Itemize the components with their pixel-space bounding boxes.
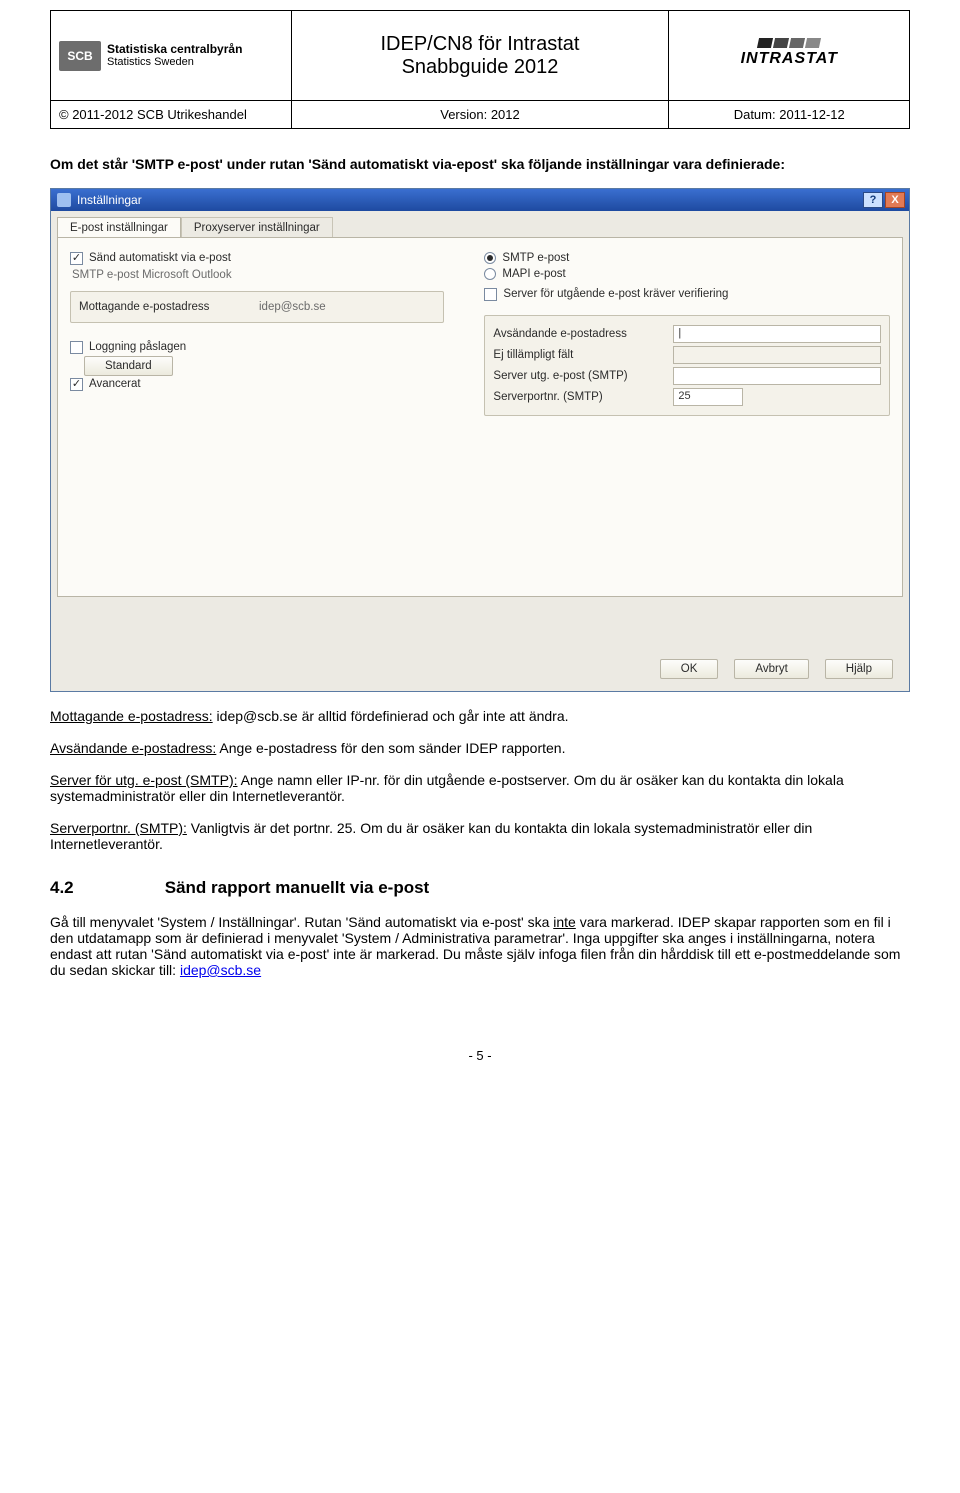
page-header: SCB Statistiska centralbyrån Statistics …	[50, 10, 910, 129]
tab-proxy-settings[interactable]: Proxyserver inställningar	[181, 217, 333, 238]
dialog-app-icon	[57, 193, 71, 207]
version-label: Version: 2012	[291, 101, 669, 129]
checkbox-icon	[70, 378, 83, 391]
p1-label: Mottagande e-postadress:	[50, 708, 213, 724]
paragraph-sender: Avsändande e-postadress: Ange e-postadre…	[50, 740, 910, 756]
checkbox-icon	[70, 341, 83, 354]
receiving-address-value: idep@scb.se	[259, 301, 326, 313]
checkbox-icon	[70, 252, 83, 265]
copyright: © 2011-2012 SCB Utrikeshandel	[51, 101, 292, 129]
smtp-server-label: Server utg. e-post (SMTP)	[493, 370, 663, 382]
na-field-input	[673, 346, 881, 364]
radio-mapi[interactable]: MAPI e-post	[484, 268, 890, 280]
doc-title-line1: IDEP/CN8 för Intrastat	[300, 33, 661, 56]
doc-title-cell: IDEP/CN8 för Intrastat Snabbguide 2012	[291, 11, 669, 101]
ok-button[interactable]: OK	[660, 659, 719, 679]
checkbox-logging[interactable]: Loggning påslagen	[70, 341, 444, 354]
titlebar-close-button[interactable]: X	[885, 192, 905, 208]
intro-paragraph: Om det står 'SMTP e-post' under rutan 'S…	[50, 155, 910, 174]
settings-dialog-screenshot: Inställningar ? X E-post inställningar P…	[50, 188, 910, 692]
receiving-address-label: Mottagande e-postadress	[79, 301, 249, 313]
scb-badge: SCB	[59, 41, 101, 71]
smtp-server-input[interactable]	[673, 367, 881, 385]
smtp-port-label: Serverportnr. (SMTP)	[493, 391, 663, 403]
checkbox-icon	[484, 288, 497, 301]
checkbox-logging-label: Loggning påslagen	[89, 341, 186, 353]
scb-name: Statistiska centralbyrån	[107, 42, 242, 56]
intrastat-flags-icon	[758, 38, 820, 48]
checkbox-server-verify[interactable]: Server för utgående e-post kräver verifi…	[484, 288, 890, 301]
radio-icon	[484, 252, 496, 264]
intrastat-word: INTRASTAT	[741, 50, 838, 68]
p2-label: Avsändande e-postadress:	[50, 740, 216, 756]
tab-email-settings[interactable]: E-post inställningar	[57, 217, 181, 238]
paragraph-smtp: Server för utg. e-post (SMTP): Ange namn…	[50, 772, 910, 804]
smtp-port-input[interactable]: 25	[673, 388, 743, 406]
dialog-titlebar: Inställningar ? X	[51, 189, 909, 211]
section-body-inte: inte	[553, 914, 576, 930]
p3-label: Server för utg. e-post (SMTP):	[50, 772, 238, 788]
help-button[interactable]: Hjälp	[825, 659, 893, 679]
radio-icon	[484, 268, 496, 280]
titlebar-help-button[interactable]: ?	[863, 192, 883, 208]
radio-smtp[interactable]: SMTP e-post	[484, 252, 890, 264]
na-field-label: Ej tillämpligt fält	[493, 349, 663, 361]
paragraph-port: Serverportnr. (SMTP): Vanligtvis är det …	[50, 820, 910, 852]
p1-text: idep@scb.se är alltid fördefinierad och …	[213, 708, 569, 724]
p2-text: Ange e-postadress för den som sänder IDE…	[216, 740, 565, 756]
standard-button[interactable]: Standard	[84, 356, 173, 376]
cancel-button[interactable]: Avbryt	[734, 659, 808, 679]
email-link[interactable]: idep@scb.se	[180, 962, 261, 978]
date-label: Datum: 2011-12-12	[669, 101, 910, 129]
doc-title-line2: Snabbguide 2012	[300, 56, 661, 79]
radio-mapi-label: MAPI e-post	[502, 268, 565, 280]
scb-text: Statistiska centralbyrån Statistics Swed…	[107, 43, 242, 68]
receiving-address-group: Mottagande e-postadress idep@scb.se	[70, 291, 444, 323]
sender-address-input[interactable]: |	[673, 325, 881, 343]
checkbox-advanced-label: Avancerat	[89, 378, 141, 390]
page-number: - 5 -	[50, 1048, 910, 1063]
smtp-subline: SMTP e-post Microsoft Outlook	[72, 269, 444, 281]
section-title: Sänd rapport manuellt via e-post	[165, 878, 430, 897]
checkbox-advanced[interactable]: Avancerat	[70, 378, 444, 391]
section-body: Gå till menyvalet 'System / Inställninga…	[50, 914, 910, 978]
section-body-a: Gå till menyvalet 'System / Inställninga…	[50, 914, 553, 930]
intrastat-logo-cell: INTRASTAT	[669, 11, 910, 101]
scb-sub: Statistics Sweden	[107, 56, 194, 68]
checkbox-server-verify-label: Server för utgående e-post kräver verifi…	[503, 288, 728, 300]
section-heading: 4.2 Sänd rapport manuellt via e-post	[50, 878, 910, 898]
sender-address-label: Avsändande e-postadress	[493, 328, 663, 340]
smtp-fields-group: Avsändande e-postadress | Ej tillämpligt…	[484, 315, 890, 416]
p4-label: Serverportnr. (SMTP):	[50, 820, 187, 836]
checkbox-autosend[interactable]: Sänd automatiskt via e-post	[70, 252, 444, 265]
section-number: 4.2	[50, 878, 160, 898]
paragraph-receiving: Mottagande e-postadress: idep@scb.se är …	[50, 708, 910, 724]
checkbox-autosend-label: Sänd automatiskt via e-post	[89, 252, 231, 264]
scb-logo-cell: SCB Statistiska centralbyrån Statistics …	[51, 11, 292, 101]
radio-smtp-label: SMTP e-post	[502, 252, 569, 264]
dialog-title: Inställningar	[77, 193, 142, 207]
